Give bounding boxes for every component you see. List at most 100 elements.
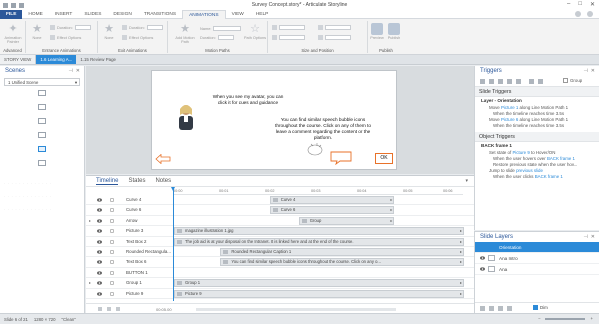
timeline-ruler[interactable]: 00:00 00:01 00:02 00:03 00:04 00:05 00:0… (173, 187, 463, 195)
trigger-link[interactable]: Picture 1 (501, 105, 518, 110)
close-panel-icon[interactable]: ✕ (76, 66, 80, 76)
tab-timeline[interactable]: Timeline (96, 178, 119, 185)
timeline-row[interactable]: ▸ Arrow Group ▸ (86, 216, 474, 227)
preview-button[interactable]: Preview (370, 23, 384, 40)
timeline-bar[interactable]: Curve 4 ▸ (269, 196, 395, 204)
timeline-bar[interactable]: magazine illustration 1.jpg ▸ (174, 227, 464, 236)
timeline-bar[interactable]: Rounded Rectangular Caption 1 ▸ (220, 247, 464, 256)
zoom-out-icon[interactable]: − (538, 316, 541, 321)
tab-help[interactable]: HELP (250, 10, 275, 19)
zoom-icon[interactable] (116, 307, 120, 311)
close-panel-icon[interactable]: ✕ (591, 66, 595, 76)
exit-effect-options[interactable]: Effect Options (122, 35, 153, 40)
minimize-icon[interactable]: – (567, 1, 570, 8)
timeline-row[interactable]: Text Box 2 The job aid is at your disposa… (86, 237, 474, 247)
slide-layer-row[interactable]: Ana Intro (475, 253, 599, 264)
scene-thumbnail[interactable] (38, 132, 46, 138)
animation-painter-button[interactable]: ✦ Animation Painter (4, 23, 22, 44)
timeline-bar[interactable]: Picture 9 ▸ (174, 289, 464, 298)
collapse-timeline-icon[interactable]: ▾ (465, 178, 468, 184)
timeline-row[interactable]: Text Box 6 You can find similar speech bu… (86, 257, 474, 268)
timeline-bar[interactable]: You can find similar speech bubble icons… (220, 258, 464, 267)
timeline-row[interactable]: Rounded Rectangula... Rounded Rectangular… (86, 247, 474, 258)
lock-icon[interactable] (110, 249, 114, 254)
scene-thumbnail[interactable] (38, 90, 46, 96)
scene-thumbnail-selected[interactable] (38, 146, 46, 152)
zoom-slider[interactable] (545, 317, 586, 320)
exit-none-button[interactable]: ★ None (100, 23, 118, 40)
pin-icon[interactable]: ⊣ (583, 232, 587, 242)
tab-slides[interactable]: SLIDES (78, 10, 107, 19)
lock-icon[interactable] (110, 281, 114, 286)
timeline-row[interactable]: BUTTON 1 (86, 268, 474, 279)
tab-review-page[interactable]: 1.15 Review Page (76, 55, 120, 64)
duplicate-layer-icon[interactable] (489, 306, 494, 311)
slide-canvas[interactable]: When you see my avatar, you can click it… (151, 70, 397, 170)
slide-layer-row[interactable]: Ana (475, 264, 599, 275)
eye-icon[interactable] (97, 281, 102, 285)
tab-notes[interactable]: Notes (155, 178, 171, 184)
lock-icon[interactable] (110, 270, 114, 275)
eye-icon[interactable] (97, 250, 102, 254)
layer-properties-icon[interactable] (507, 306, 512, 311)
scene-dropdown[interactable]: 1 Unified Scene ▾ (4, 78, 80, 86)
delete-trigger-icon[interactable] (516, 79, 521, 84)
dim-checkbox[interactable]: Dim (533, 305, 548, 310)
timeline-bar[interactable]: Group ▸ (298, 216, 395, 225)
lock-icon[interactable] (110, 260, 114, 265)
tab-transitions[interactable]: TRANSITIONS (138, 10, 182, 19)
close-panel-icon[interactable]: ✕ (591, 232, 595, 242)
paste-trigger-icon[interactable] (507, 79, 512, 84)
timeline-row[interactable]: Picture 9 Picture 9 ▸ (86, 289, 474, 299)
avatar-image[interactable] (176, 103, 196, 131)
stop-icon[interactable] (107, 307, 111, 311)
eye-icon[interactable] (97, 291, 102, 296)
lock-icon[interactable] (110, 291, 114, 296)
eye-icon[interactable] (97, 271, 102, 275)
comment-callout-icon[interactable] (330, 151, 352, 165)
entrance-none-button[interactable]: ★ None (28, 23, 46, 40)
scene-thumbnail[interactable] (38, 118, 46, 124)
lock-icon[interactable] (110, 208, 114, 213)
trigger-link[interactable]: BACK frame 1 (547, 156, 575, 161)
new-trigger-icon[interactable] (480, 79, 485, 84)
edit-trigger-icon[interactable] (489, 79, 494, 84)
eye-icon[interactable] (97, 208, 102, 212)
tab-home[interactable]: HOME (22, 10, 48, 19)
tab-view[interactable]: VIEW (226, 10, 250, 19)
lock-icon[interactable] (110, 239, 114, 244)
expand-icon[interactable]: ▸ (89, 218, 91, 223)
eye-icon[interactable] (480, 256, 485, 260)
eye-icon[interactable] (97, 219, 102, 223)
slide-layer-row[interactable]: Orientation (475, 242, 599, 253)
pin-icon[interactable]: ⊣ (583, 66, 587, 76)
timeline-bar[interactable]: Group 1 ▸ (174, 279, 464, 288)
trigger-link[interactable]: BACK frame 1 (535, 174, 563, 179)
move-down-icon[interactable] (538, 79, 543, 84)
scene-thumbnail[interactable] (38, 160, 46, 166)
trigger-link[interactable]: Picture 9 (512, 150, 529, 155)
entrance-duration-field[interactable] (74, 25, 91, 30)
lock-icon[interactable] (110, 218, 114, 223)
close-icon[interactable]: ✕ (590, 1, 595, 8)
tab-file[interactable]: FILE (0, 9, 23, 19)
scene-thumbnail[interactable] (38, 104, 46, 110)
publish-button[interactable]: Publish (386, 23, 402, 40)
timeline-row[interactable]: Curve 4 Curve 4 ▸ (86, 195, 474, 206)
delete-layer-icon[interactable] (498, 306, 503, 311)
collapse-ribbon-icon[interactable] (587, 11, 593, 17)
lock-icon[interactable] (110, 229, 114, 234)
avatar-speech-text[interactable]: When you see my avatar, you can click it… (208, 94, 288, 106)
timeline-bar[interactable]: The job aid is at your disposal on the I… (174, 237, 464, 246)
help-icon[interactable] (575, 11, 581, 17)
eye-icon[interactable] (480, 267, 485, 271)
tab-design[interactable]: DESIGN (107, 10, 137, 19)
zoom-in-icon[interactable]: + (590, 316, 593, 321)
play-icon[interactable] (98, 307, 102, 311)
speech-bubble-doodle-icon[interactable] (305, 141, 325, 157)
eye-icon[interactable] (97, 229, 102, 233)
eye-icon[interactable] (97, 198, 102, 202)
tab-animations[interactable]: ANIMATIONS (182, 9, 226, 19)
x-field[interactable] (325, 25, 351, 30)
slide-triggers-section[interactable]: Slide Triggers (475, 87, 599, 97)
